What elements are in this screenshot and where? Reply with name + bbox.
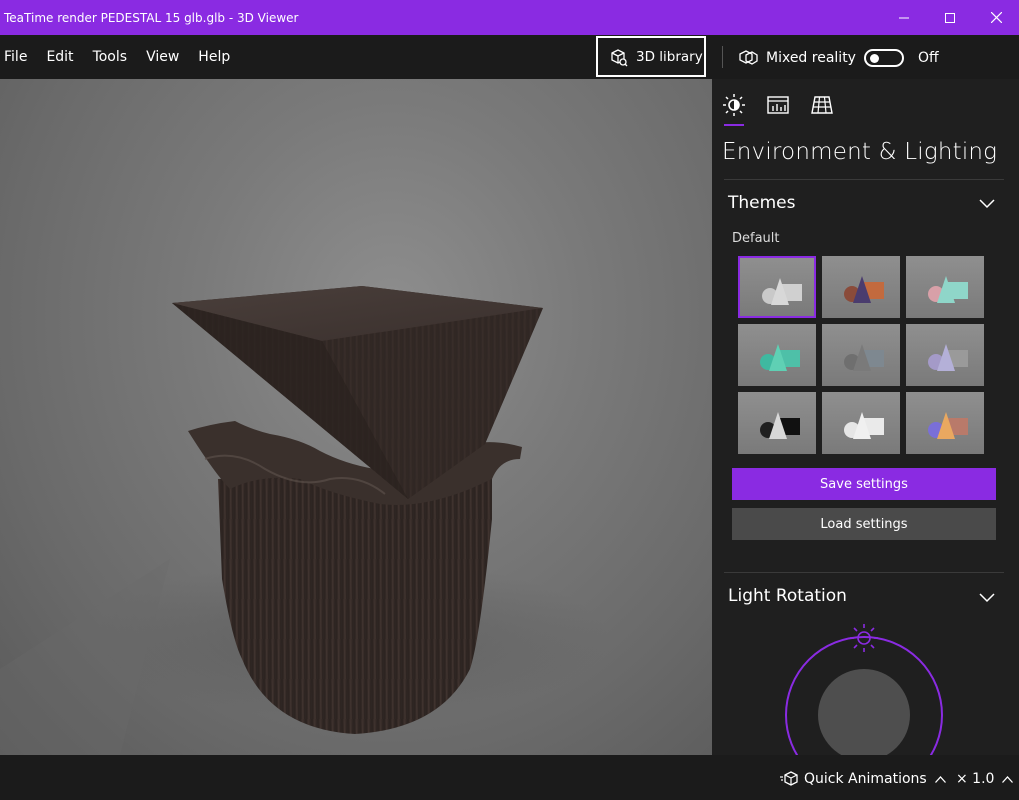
tab-grid-views[interactable] [810,93,854,123]
chevron-down-icon[interactable] [979,199,995,209]
window-controls [881,0,1019,35]
toggle-knob [869,54,879,63]
theme-thumbnail[interactable] [738,392,816,454]
close-button[interactable] [973,0,1019,35]
animation-cube-icon [780,771,798,786]
theme-thumbnail[interactable] [738,256,816,318]
library-icon [611,48,628,66]
chevron-up-icon [1002,775,1014,783]
light-rotation-header[interactable]: Light Rotation [728,586,847,606]
panel-tabs [722,93,854,126]
theme-thumbnail[interactable] [822,392,900,454]
section-divider [724,179,1004,180]
minimize-button[interactable] [881,0,927,35]
quick-animations-button[interactable]: Quick Animations [780,771,952,787]
quick-animations-label: Quick Animations [804,771,927,787]
menu-edit[interactable]: Edit [42,49,84,65]
panel-title: Environment & Lighting [722,139,998,165]
mixed-reality-icon [739,50,758,65]
theme-preview-icon [844,412,884,439]
chevron-down-icon[interactable] [979,593,995,603]
mixed-reality-label: Mixed reality [766,50,856,66]
save-settings-button[interactable]: Save settings [732,468,996,500]
theme-preview-icon [928,276,968,303]
theme-thumbnail[interactable] [906,324,984,386]
playback-speed-value: × 1.0 [956,771,995,787]
section-divider [724,572,1004,573]
model-render [0,286,610,755]
library-label: 3D library [636,48,703,65]
playback-speed-button[interactable]: × 1.0 [956,771,1014,787]
theme-thumbnail[interactable] [738,324,816,386]
light-rotation-dial[interactable] [772,619,952,755]
maximize-icon [945,12,955,23]
theme-preview-icon [762,278,802,305]
3d-library-button[interactable]: 3D library [596,36,706,77]
themes-sublabel: Default [732,231,780,246]
themes-header[interactable]: Themes [728,193,796,213]
window-title: TeaTime render PEDESTAL 15 glb.glb - 3D … [4,10,299,25]
theme-preview-icon [760,344,800,371]
toolbar-divider [722,46,723,68]
menu-file[interactable]: File [0,49,38,65]
theme-thumbnail[interactable] [822,256,900,318]
sun-icon [723,94,745,116]
mixed-reality-toggle[interactable] [863,49,904,67]
theme-preview-icon [928,412,968,439]
status-bar: Quick Animations × 1.0 [0,755,1019,800]
theme-preview-icon [844,276,884,303]
theme-preview-icon [760,412,800,439]
theme-thumbnail[interactable] [822,324,900,386]
theme-preview-icon [928,344,968,371]
chevron-up-icon [934,775,946,783]
3d-viewport[interactable] [0,79,712,755]
menu-view[interactable]: View [142,49,190,65]
theme-thumbnail[interactable] [906,392,984,454]
mixed-reality-group: Mixed reality Off [738,44,939,72]
settings-panel: Environment & Lighting Themes Default Sa… [712,79,1019,755]
menu-tools[interactable]: Tools [89,49,139,65]
grid-icon [811,96,833,114]
stats-icon [767,96,789,114]
maximize-button[interactable] [927,0,973,35]
close-icon [990,12,1002,23]
theme-thumbnail[interactable] [906,256,984,318]
mixed-reality-state: Off [917,50,939,66]
tab-stats-shading[interactable] [766,93,810,123]
tab-environment-lighting[interactable] [722,93,766,126]
load-settings-button[interactable]: Load settings [732,508,996,540]
menu-help[interactable]: Help [194,49,241,65]
minimize-icon [899,17,909,18]
title-bar: TeaTime render PEDESTAL 15 glb.glb - 3D … [0,0,1019,35]
theme-preview-icon [844,344,884,371]
